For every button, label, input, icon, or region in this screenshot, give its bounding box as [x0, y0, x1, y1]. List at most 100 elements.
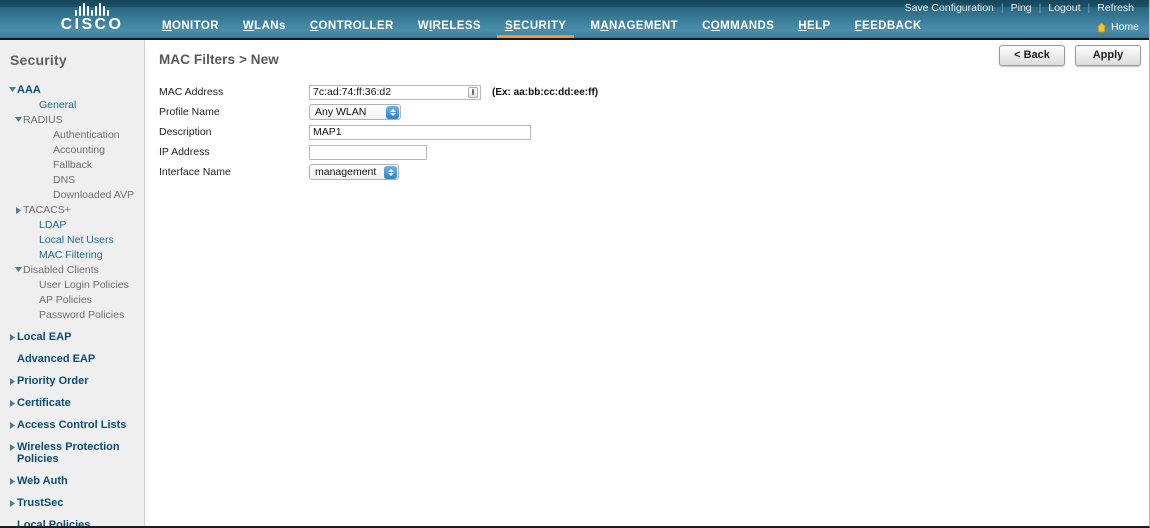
- sidebar-item-advanced-eap[interactable]: Advanced EAP: [0, 351, 144, 366]
- nav-commands[interactable]: COMMANDS: [690, 20, 786, 37]
- sidebar-item-label: AAA: [17, 83, 41, 96]
- mac-address-hint: (Ex: aa:bb:cc:dd:ee:ff): [492, 86, 599, 98]
- utility-links: Save Configuration | Ping | Logout | Ref…: [898, 2, 1141, 14]
- sidebar-item-ap-policies[interactable]: AP Policies: [0, 292, 144, 307]
- back-button[interactable]: < Back: [999, 45, 1065, 66]
- nav-monitor[interactable]: MONITOR: [150, 20, 231, 37]
- sidebar-item-access-control-lists[interactable]: Access Control Lists: [0, 417, 144, 432]
- description-control: [309, 124, 531, 140]
- sidebar-item-label: Local EAP: [17, 330, 72, 343]
- mac-address-control: (Ex: aa:bb:cc:dd:ee:ff): [309, 84, 599, 100]
- sidebar-item-ldap[interactable]: LDAP: [0, 217, 144, 232]
- nav-controller[interactable]: CONTROLLER: [298, 20, 406, 37]
- sidebar-item-disabled-clients[interactable]: Disabled Clients: [0, 262, 144, 277]
- mac-address-spinner-icon[interactable]: [468, 86, 478, 98]
- nav-management-label: NAGEMENT: [609, 20, 679, 32]
- sidebar-item-local-net-users[interactable]: Local Net Users: [0, 232, 144, 247]
- nav-help-label: ELP: [807, 20, 831, 32]
- sidebar-item-trustsec[interactable]: TrustSec: [0, 495, 144, 510]
- cisco-wordmark: CISCO: [60, 16, 124, 33]
- action-button-row: < Back Apply: [999, 45, 1141, 66]
- sidebar-item-web-auth[interactable]: Web Auth: [0, 473, 144, 488]
- sidebar-item-accounting[interactable]: Accounting: [0, 142, 144, 157]
- ip-address-input[interactable]: [309, 144, 427, 160]
- description-input[interactable]: [309, 124, 531, 140]
- page-title: MAC Filters > New: [159, 52, 279, 67]
- apply-button[interactable]: Apply: [1075, 45, 1141, 66]
- profile-name-control: Any WLAN: [309, 104, 401, 120]
- ping-link[interactable]: Ping: [1004, 2, 1039, 14]
- sidebar-item-wireless-protection-policies[interactable]: Wireless Protection Policies: [0, 439, 144, 466]
- form-row-description: Description: [159, 122, 598, 142]
- nav-wlans[interactable]: WLANs: [231, 20, 298, 37]
- sidebar-item-label: Accounting: [53, 143, 105, 156]
- profile-name-label: Profile Name: [159, 106, 220, 118]
- mac-address-label: MAC Address: [159, 86, 224, 98]
- refresh-link[interactable]: Refresh: [1090, 2, 1141, 14]
- home-icon: [1096, 22, 1107, 32]
- nav-help[interactable]: HELP: [786, 20, 842, 37]
- interface-name-label: Interface Name: [159, 166, 231, 178]
- sidebar-item-priority-order[interactable]: Priority Order: [0, 373, 144, 388]
- wlc-web-ui: CISCO MONITOR WLANs CONTROLLER WIRELESS …: [0, 0, 1150, 528]
- form-row-profile-name: Profile Name Any WLAN: [159, 102, 598, 122]
- sidebar-item-label: Access Control Lists: [17, 418, 127, 431]
- sidebar-item-local-policies[interactable]: Local Policies: [0, 517, 144, 527]
- sidebar-item-label: Advanced EAP: [17, 352, 96, 365]
- sidebar-item-fallback[interactable]: Fallback: [0, 157, 144, 172]
- home-link-group[interactable]: Home: [1096, 21, 1139, 33]
- nav-wireless[interactable]: WIRELESS: [406, 20, 493, 37]
- sidebar-item-mac-filtering[interactable]: MAC Filtering: [0, 247, 144, 262]
- sidebar-item-general[interactable]: General: [0, 97, 144, 112]
- sidebar-item-label: General: [39, 98, 77, 111]
- sidebar-item-label: Authentication: [53, 128, 120, 141]
- description-label: Description: [159, 126, 212, 138]
- chevron-right-icon: [8, 377, 17, 385]
- sidebar-item-label: RADIUS: [23, 113, 63, 126]
- nav-management[interactable]: MANAGEMENT: [578, 20, 690, 37]
- logout-link[interactable]: Logout: [1041, 2, 1087, 14]
- main-navigation: MONITOR WLANs CONTROLLER WIRELESS SECURI…: [150, 20, 934, 38]
- chevron-right-icon: [8, 443, 17, 451]
- mac-address-input[interactable]: [309, 84, 481, 100]
- chevron-down-icon: [14, 116, 23, 122]
- sidebar-item-certificate[interactable]: Certificate: [0, 395, 144, 410]
- sidebar-item-password-policies[interactable]: Password Policies: [0, 307, 144, 322]
- sidebar-title: Security: [10, 52, 67, 68]
- chevron-right-icon: [8, 421, 17, 429]
- sidebar-item-local-eap[interactable]: Local EAP: [0, 329, 144, 344]
- sidebar-item-tacacs[interactable]: TACACS+: [0, 202, 144, 217]
- mac-filter-form: MAC Address (Ex: aa:bb:cc:dd:ee:ff) Prof…: [159, 82, 598, 182]
- cisco-logo: CISCO: [42, 3, 142, 33]
- interface-name-select[interactable]: management: [309, 164, 400, 180]
- home-link[interactable]: Home: [1111, 21, 1139, 33]
- sidebar-item-aaa[interactable]: AAA: [0, 82, 144, 97]
- nav-feedback[interactable]: FEEDBACK: [843, 20, 934, 37]
- chevron-right-icon: [8, 477, 17, 485]
- sidebar-tree: AAA General RADIUS Authentication Accounting…: [0, 82, 144, 527]
- sidebar-item-authentication[interactable]: Authentication: [0, 127, 144, 142]
- chevron-right-icon: [8, 333, 17, 341]
- sidebar-item-dns[interactable]: DNS: [0, 172, 144, 187]
- sidebar-item-label: DNS: [53, 173, 76, 186]
- security-sidebar: Security AAA General RADIUS Authentication A…: [0, 40, 145, 526]
- sidebar-item-radius[interactable]: RADIUS: [0, 112, 144, 127]
- nav-security-label: ECURITY: [513, 20, 567, 32]
- sidebar-item-label: Downloaded AVP: [53, 188, 134, 201]
- sidebar-item-label: Priority Order: [17, 374, 89, 387]
- sidebar-item-label: TACACS+: [23, 203, 71, 216]
- save-configuration-link[interactable]: Save Configuration: [898, 2, 1001, 14]
- sidebar-item-label: User Login Policies: [39, 278, 129, 291]
- nav-security[interactable]: SECURITY: [493, 20, 578, 38]
- profile-name-select[interactable]: Any WLAN: [309, 104, 401, 120]
- sidebar-item-user-login-policies[interactable]: User Login Policies: [0, 277, 144, 292]
- nav-feedback-label: EEDBACK: [862, 20, 922, 32]
- sidebar-item-downloaded-avp[interactable]: Downloaded AVP: [0, 187, 144, 202]
